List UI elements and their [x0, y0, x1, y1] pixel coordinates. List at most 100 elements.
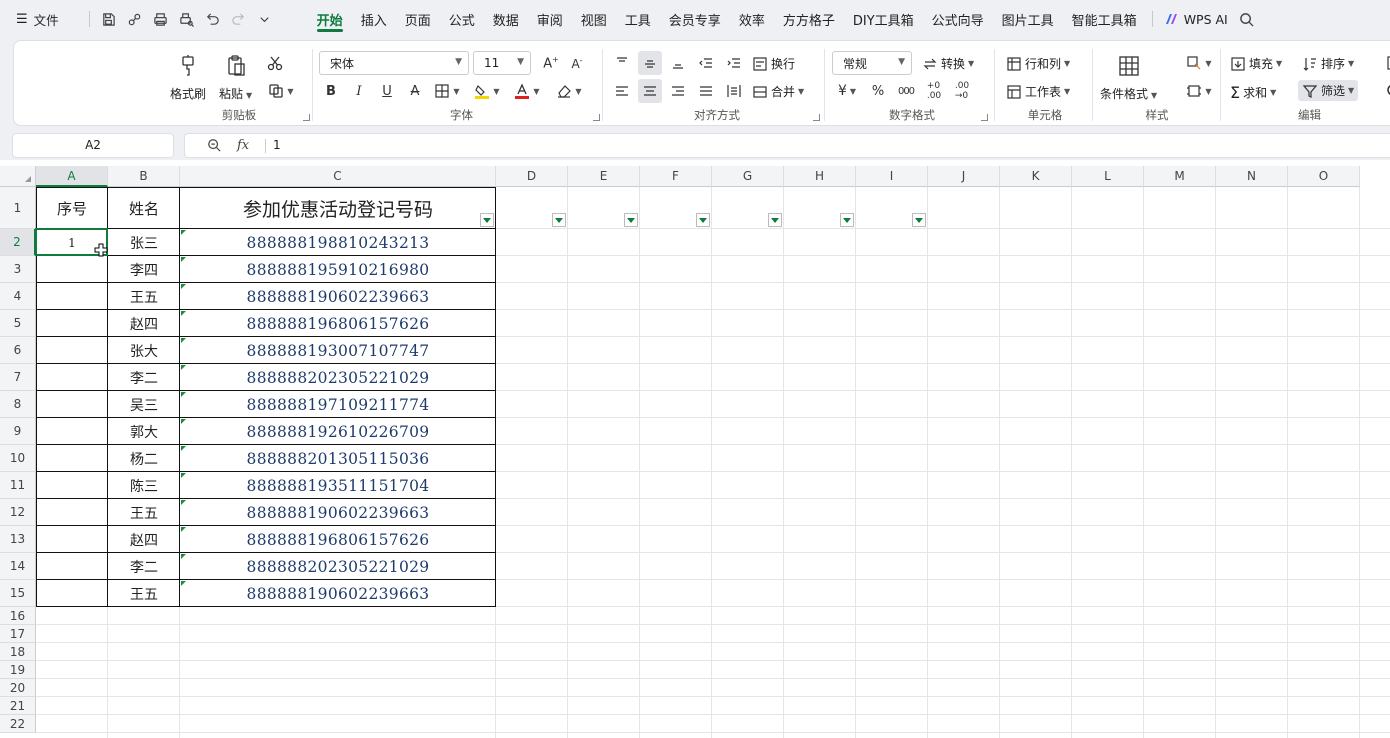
column-header-d[interactable]: D — [496, 166, 568, 187]
row-header-1[interactable]: 1 — [0, 187, 36, 229]
undo-icon[interactable] — [200, 7, 226, 31]
decrease-font-icon[interactable]: A- — [565, 51, 589, 75]
percent-icon[interactable]: % — [866, 79, 890, 103]
row-header-9[interactable]: 9 — [0, 418, 36, 445]
convert-button[interactable]: 转换 ▼ — [922, 55, 974, 72]
row-header-14[interactable]: 14 — [0, 553, 36, 580]
clear-format-icon[interactable]: ▼ — [551, 79, 587, 103]
column-header-j[interactable]: J — [928, 166, 1000, 187]
find-icon[interactable] — [1382, 79, 1390, 103]
font-size-select[interactable]: 11 ▼ — [473, 51, 531, 75]
dialog-launcher-icon[interactable] — [303, 114, 310, 121]
tab-tools[interactable]: 工具 — [616, 0, 660, 38]
filter-dropdown-e[interactable] — [624, 213, 638, 227]
column-header-c[interactable]: C — [180, 166, 496, 187]
align-left-icon[interactable] — [610, 79, 634, 103]
select-all-corner[interactable] — [0, 166, 36, 187]
decrease-indent-icon[interactable] — [694, 51, 718, 75]
tab-formula[interactable]: 公式 — [440, 0, 484, 38]
row-header-3[interactable]: 3 — [0, 256, 36, 283]
increase-indent-icon[interactable] — [722, 51, 746, 75]
tab-page[interactable]: 页面 — [396, 0, 440, 38]
row-header-2[interactable]: 2 — [0, 229, 36, 256]
italic-icon[interactable]: I — [347, 79, 371, 103]
filter-dropdown-d[interactable] — [552, 213, 566, 227]
thousands-separator-icon[interactable]: 000 — [894, 79, 918, 103]
fill-color-icon[interactable]: ▼ — [469, 79, 505, 103]
column-header-b[interactable]: B — [108, 166, 180, 187]
borders-icon[interactable]: ▼ — [429, 79, 465, 103]
merge-button[interactable]: 合并 ▼ — [752, 83, 804, 100]
increase-decimal-icon[interactable]: +0.00 — [922, 79, 946, 103]
tab-data[interactable]: 数据 — [484, 0, 528, 38]
row-header-12[interactable]: 12 — [0, 499, 36, 526]
cut-icon[interactable] — [263, 51, 287, 75]
share-icon[interactable] — [122, 7, 148, 31]
table-style-icon[interactable]: ▼ — [1182, 79, 1216, 103]
column-header-e[interactable]: E — [568, 166, 640, 187]
print-preview-icon[interactable] — [174, 7, 200, 31]
align-middle-icon[interactable] — [638, 51, 662, 75]
copy-icon[interactable]: ▼ — [263, 79, 299, 103]
function-icon[interactable]: fx — [237, 138, 249, 153]
filter-dropdown-h[interactable] — [840, 213, 854, 227]
row-header-11[interactable]: 11 — [0, 472, 36, 499]
row-header-5[interactable]: 5 — [0, 310, 36, 337]
bold-icon[interactable]: B — [319, 79, 343, 103]
dialog-launcher-icon[interactable] — [813, 114, 820, 121]
tab-efficiency[interactable]: 效率 — [730, 0, 774, 38]
row-header-6[interactable]: 6 — [0, 337, 36, 364]
align-top-icon[interactable] — [610, 51, 634, 75]
row-header-15[interactable]: 15 — [0, 580, 36, 607]
column-header-f[interactable]: F — [640, 166, 712, 187]
row-header-10[interactable]: 10 — [0, 445, 36, 472]
more-icon[interactable] — [1382, 51, 1390, 75]
row-header-17[interactable]: 17 — [0, 625, 36, 643]
filter-dropdown-g[interactable] — [768, 213, 782, 227]
column-header-o[interactable]: O — [1288, 166, 1360, 187]
row-header-20[interactable]: 20 — [0, 679, 36, 697]
zoom-icon[interactable] — [207, 138, 221, 156]
print-icon[interactable] — [148, 7, 174, 31]
row-header-8[interactable]: 8 — [0, 391, 36, 418]
chevron-down-icon[interactable] — [252, 7, 278, 31]
name-box[interactable]: A2 — [12, 133, 174, 158]
tab-ffcell[interactable]: 方方格子 — [774, 0, 844, 38]
distributed-align-icon[interactable] — [722, 79, 746, 103]
conditional-format-button[interactable]: 条件格式 ▼ — [1100, 53, 1157, 102]
column-header-k[interactable]: K — [1000, 166, 1072, 187]
font-color-icon[interactable]: ▼ — [509, 79, 545, 103]
tab-diy-toolbox[interactable]: DIY工具箱 — [844, 0, 923, 38]
column-header-g[interactable]: G — [712, 166, 784, 187]
column-header-l[interactable]: L — [1072, 166, 1144, 187]
formula-input[interactable]: fx 1 — [184, 133, 1390, 158]
row-header-21[interactable]: 21 — [0, 697, 36, 715]
align-center-icon[interactable] — [638, 79, 662, 103]
save-icon[interactable] — [96, 7, 122, 31]
tab-picture-tools[interactable]: 图片工具 — [993, 0, 1063, 38]
spreadsheet[interactable]: A B C D E F G H I J K L M N O 1 2 3 4 5 6 7 8 9 10 11 12 13 14 15 16 17… — [0, 166, 1390, 738]
sort-button[interactable]: 排序 ▼ — [1302, 55, 1354, 72]
row-header-4[interactable]: 4 — [0, 283, 36, 310]
row-header-19[interactable]: 19 — [0, 661, 36, 679]
row-header-22[interactable]: 22 — [0, 715, 36, 733]
font-name-select[interactable]: 宋体 ▼ — [319, 51, 469, 75]
row-header-18[interactable]: 18 — [0, 643, 36, 661]
filter-dropdown-i[interactable] — [912, 213, 926, 227]
align-right-icon[interactable] — [666, 79, 690, 103]
tab-review[interactable]: 审阅 — [528, 0, 572, 38]
tab-home[interactable]: 开始 — [308, 0, 352, 38]
column-header-h[interactable]: H — [784, 166, 856, 187]
rows-columns-button[interactable]: 行和列 ▼ — [1006, 55, 1070, 72]
number-format-select[interactable]: 常规 ▼ — [832, 51, 912, 75]
increase-font-icon[interactable]: A+ — [539, 51, 563, 75]
file-menu[interactable]: ☰ 文件 — [16, 10, 59, 29]
wps-ai-button[interactable]: WPS AI — [1159, 12, 1234, 27]
filter-dropdown-f[interactable] — [696, 213, 710, 227]
align-bottom-icon[interactable] — [666, 51, 690, 75]
wrap-text-button[interactable]: 换行 — [752, 55, 795, 72]
worksheet-button[interactable]: 工作表 ▼ — [1006, 83, 1070, 100]
column-header-n[interactable]: N — [1216, 166, 1288, 187]
row-header-13[interactable]: 13 — [0, 526, 36, 553]
decrease-decimal-icon[interactable]: .00 →0 — [950, 79, 974, 103]
